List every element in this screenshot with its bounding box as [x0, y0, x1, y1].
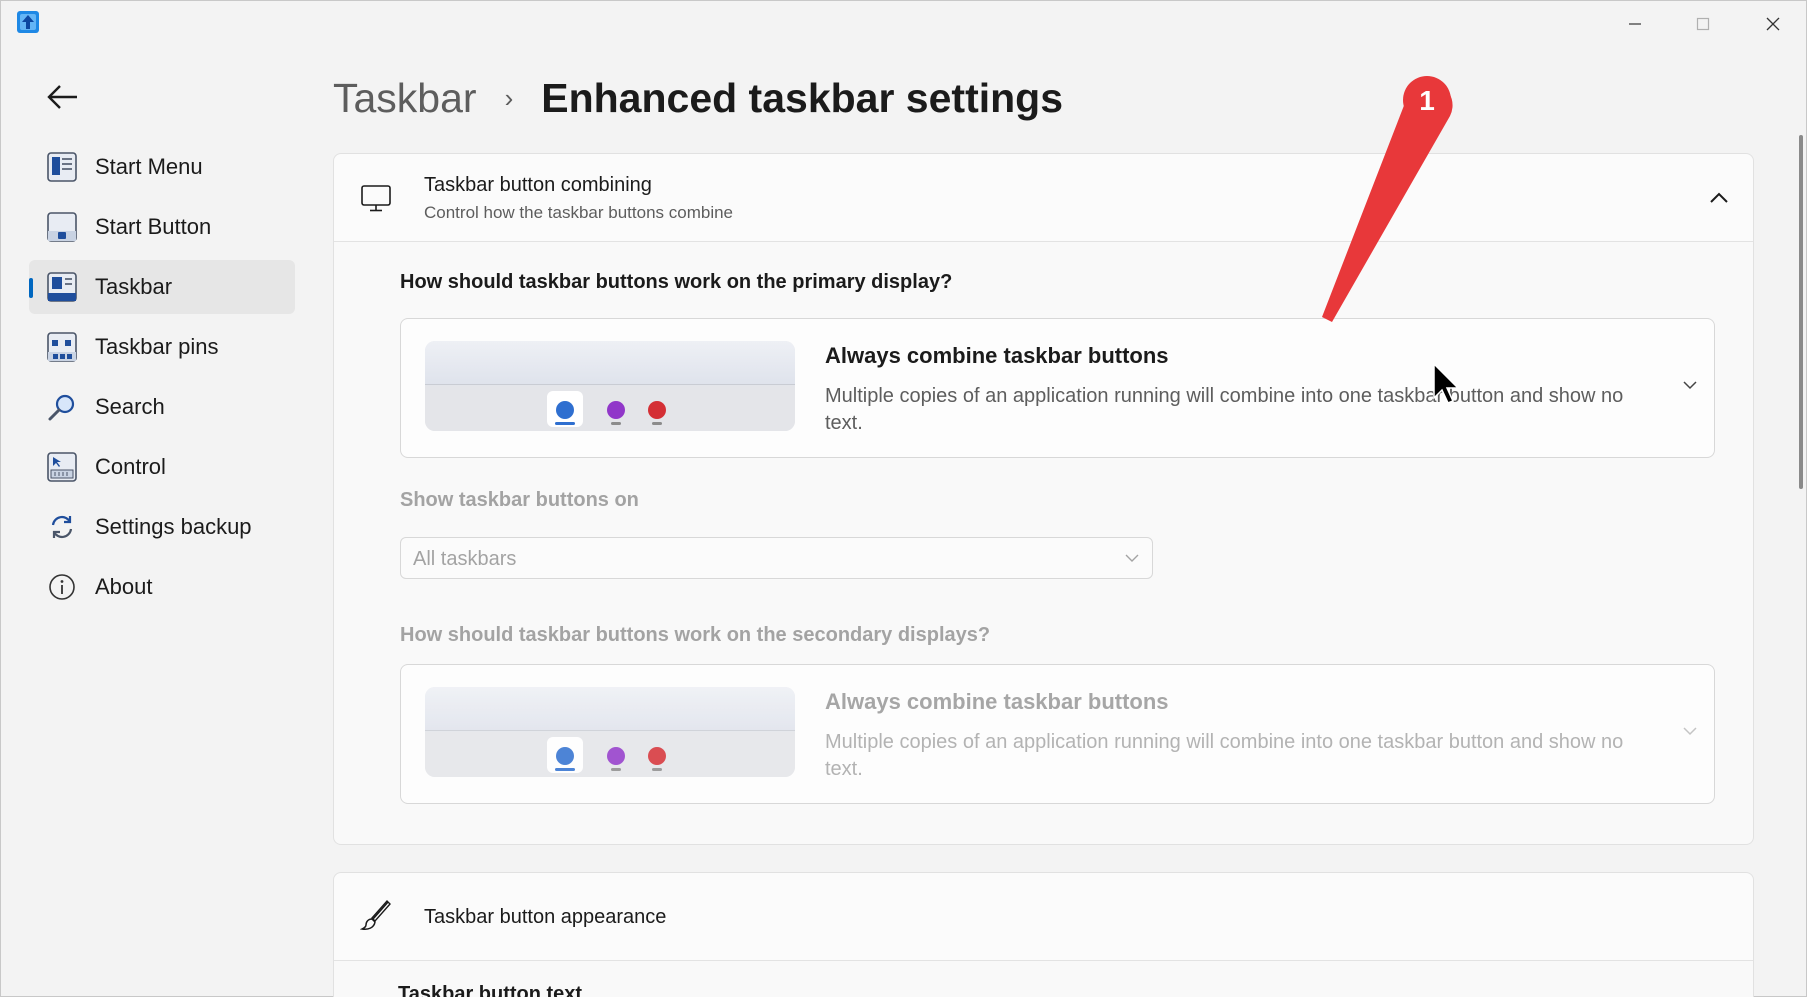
appearance-card-header[interactable]: Taskbar button appearance: [334, 873, 1753, 961]
combining-subtitle: Control how the taskbar buttons combine: [424, 203, 734, 222]
chevron-down-icon: [1122, 548, 1142, 568]
minimize-button[interactable]: [1605, 5, 1665, 43]
info-icon: [47, 572, 77, 602]
primary-combine-dropdown[interactable]: Always combine taskbar buttons Multiple …: [400, 318, 1715, 458]
close-icon: [1766, 17, 1780, 31]
appearance-card: Taskbar button appearance Taskbar button…: [333, 872, 1754, 997]
blue-app-dot-icon: [556, 401, 574, 419]
taskbar-preview-image: [425, 341, 795, 431]
close-button[interactable]: [1743, 5, 1803, 43]
primary-display-question: How should taskbar buttons work on the p…: [400, 271, 953, 293]
appearance-title: Taskbar button appearance: [424, 906, 667, 928]
secondary-combine-dropdown[interactable]: Always combine taskbar buttons Multiple …: [400, 664, 1715, 804]
red-app-dot-icon: [648, 747, 666, 765]
start-button-icon: [47, 212, 77, 242]
secondary-display-question: How should taskbar buttons work on the s…: [400, 624, 991, 646]
sidebar-item-label: About: [95, 574, 153, 599]
breadcrumb: Taskbar › Enhanced taskbar settings: [333, 75, 1063, 122]
sidebar-item-about[interactable]: About: [29, 560, 295, 614]
sidebar-item-label: Settings backup: [95, 514, 252, 539]
taskbar-pins-icon: [47, 332, 77, 362]
combining-card-header[interactable]: Taskbar button combining Control how the…: [334, 154, 1753, 242]
option-description: Multiple copies of an application runnin…: [825, 731, 1624, 780]
sidebar-item-label: Control: [95, 454, 166, 479]
sidebar-item-taskbar-pins[interactable]: Taskbar pins: [29, 320, 295, 374]
purple-app-dot-icon: [607, 747, 625, 765]
combining-card: Taskbar button combining Control how the…: [333, 153, 1754, 845]
taskbar-preview-image: [425, 687, 795, 777]
page-title: Enhanced taskbar settings: [541, 75, 1064, 121]
breadcrumb-separator-icon: ›: [504, 83, 514, 113]
sidebar-item-label: Start Button: [95, 214, 212, 239]
sidebar-item-start-button[interactable]: Start Button: [29, 200, 295, 254]
minimize-icon: [1629, 23, 1641, 25]
control-icon: [47, 452, 77, 482]
breadcrumb-parent-link[interactable]: Taskbar: [333, 75, 477, 122]
paintbrush-icon: [359, 899, 392, 931]
sidebar-item-control[interactable]: Control: [29, 440, 295, 494]
app-logo-icon: [17, 11, 39, 33]
back-button[interactable]: [41, 77, 85, 117]
maximize-icon: [1696, 17, 1710, 31]
sidebar-item-search[interactable]: Search: [29, 380, 295, 434]
combining-title: Taskbar button combining: [424, 174, 652, 196]
mouse-cursor-icon: [1433, 362, 1460, 404]
show-buttons-on-select[interactable]: All taskbars: [400, 537, 1153, 579]
button-text-heading: Taskbar button text: [398, 983, 583, 997]
sidebar-item-label: Taskbar pins: [95, 334, 219, 359]
sidebar-item-label: Taskbar: [95, 274, 173, 299]
show-buttons-on-label: Show taskbar buttons on: [400, 489, 639, 511]
scrollbar[interactable]: [1799, 135, 1803, 489]
maximize-button[interactable]: [1673, 5, 1733, 43]
option-title: Always combine taskbar buttons: [825, 343, 1169, 368]
taskbar-icon: [47, 272, 77, 302]
sidebar-item-start-menu[interactable]: Start Menu: [29, 140, 295, 194]
select-value: All taskbars: [413, 548, 517, 570]
settings-backup-icon: [47, 512, 77, 542]
sidebar-item-label: Search: [95, 394, 165, 419]
blue-app-dot-icon: [556, 747, 574, 765]
chevron-down-icon: [1678, 719, 1702, 743]
chevron-down-icon: [1678, 373, 1702, 397]
option-title: Always combine taskbar buttons: [825, 689, 1169, 714]
back-arrow-icon: [47, 85, 77, 109]
chevron-up-icon: [1710, 192, 1728, 203]
app-window: Start Menu Start Button Taskbar Taskbar …: [0, 0, 1807, 997]
sidebar-item-taskbar[interactable]: Taskbar: [29, 260, 295, 314]
search-icon: [47, 392, 77, 422]
start-menu-icon: [47, 152, 77, 182]
sidebar-item-settings-backup[interactable]: Settings backup: [29, 500, 295, 554]
purple-app-dot-icon: [607, 401, 625, 419]
sidebar-item-label: Start Menu: [95, 154, 203, 179]
collapse-button[interactable]: [1703, 182, 1735, 214]
sidebar-nav: Start Menu Start Button Taskbar Taskbar …: [29, 140, 295, 620]
monitor-icon: [360, 182, 392, 214]
option-description: Multiple copies of an application runnin…: [825, 385, 1624, 434]
red-app-dot-icon: [648, 401, 666, 419]
